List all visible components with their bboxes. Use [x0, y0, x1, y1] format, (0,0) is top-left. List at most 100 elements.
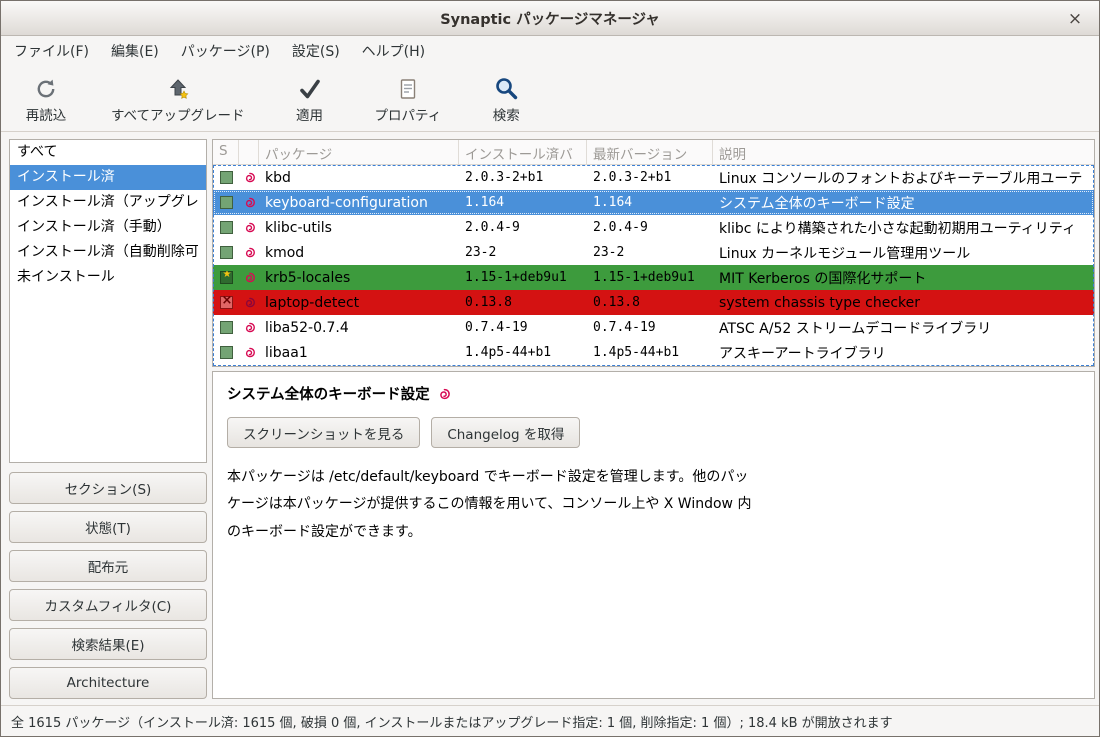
debian-swirl-icon	[239, 221, 259, 234]
table-row-liba52[interactable]: liba52-0.7.4 0.7.4-19 0.7.4-19 ATSC A/52…	[213, 315, 1094, 340]
column-header-description[interactable]: 説明	[713, 140, 1094, 164]
installed-version: 0.13.8	[459, 295, 587, 310]
table-row-laptop-detect[interactable]: laptop-detect 0.13.8 0.13.8 system chass…	[213, 290, 1094, 315]
filter-item-installed-manual[interactable]: インストール済（手動）	[10, 215, 206, 240]
package-name: krb5-locales	[259, 270, 459, 286]
debian-swirl-icon	[239, 346, 259, 359]
column-header-package[interactable]: パッケージ	[259, 140, 459, 164]
table-row-libaa1[interactable]: libaa1 1.4p5-44+b1 1.4p5-44+b1 アスキーアートライ…	[213, 340, 1094, 365]
filter-item-not-installed[interactable]: 未インストール	[10, 265, 206, 290]
properties-button[interactable]: プロパティ	[375, 73, 442, 124]
latest-version: 1.164	[587, 195, 713, 210]
latest-version: 1.15-1+deb9u1	[587, 270, 713, 285]
search-button[interactable]: 検索	[475, 73, 537, 124]
close-button[interactable]: ×	[1063, 7, 1087, 31]
search-icon	[493, 73, 519, 101]
filter-list: すべて インストール済 インストール済（アップグレ インストール済（手動） イン…	[9, 139, 207, 463]
table-row-klibc-utils[interactable]: klibc-utils 2.0.4-9 2.0.4-9 klibc により構築さ…	[213, 215, 1094, 240]
search-results-button[interactable]: 検索結果(E)	[9, 628, 207, 660]
installed-version: 1.4p5-44+b1	[459, 345, 587, 360]
package-name: kbd	[259, 170, 459, 186]
package-table: S パッケージ インストール済バ 最新バージョン 説明 kbd 2.0.3-2+…	[212, 139, 1095, 367]
reload-button[interactable]: 再読込	[15, 73, 77, 124]
latest-version: 1.4p5-44+b1	[587, 345, 713, 360]
get-changelog-button[interactable]: Changelog を取得	[431, 417, 580, 448]
menu-edit[interactable]: 編集(E)	[100, 36, 170, 66]
search-label: 検索	[493, 104, 520, 124]
debian-swirl-icon	[239, 321, 259, 334]
debian-swirl-icon	[239, 246, 259, 259]
package-description: MIT Kerberos の国際化サポート	[713, 268, 1094, 288]
installed-version: 1.15-1+deb9u1	[459, 270, 587, 285]
package-description: システム全体のキーボード設定	[713, 193, 1094, 213]
properties-label: プロパティ	[375, 104, 442, 124]
description-line: のキーボード設定ができます。	[227, 519, 947, 546]
menu-package[interactable]: パッケージ(P)	[170, 36, 281, 66]
filter-item-installed-upgradable[interactable]: インストール済（アップグレ	[10, 190, 206, 215]
column-header-supported[interactable]	[239, 140, 259, 164]
status-button[interactable]: 状態(T)	[9, 511, 207, 543]
table-header: S パッケージ インストール済バ 最新バージョン 説明	[213, 140, 1094, 165]
latest-version: 2.0.3-2+b1	[587, 170, 713, 185]
details-title-row: システム全体のキーボード設定	[227, 383, 1080, 404]
package-description: klibc により構築された小さな起動初期用ユーティリティ	[713, 218, 1094, 238]
table-row-keyboard-configuration[interactable]: keyboard-configuration 1.164 1.164 システム全…	[213, 190, 1094, 215]
table-row-krb5-locales[interactable]: krb5-locales 1.15-1+deb9u1 1.15-1+deb9u1…	[213, 265, 1094, 290]
column-header-installed-version[interactable]: インストール済バ	[459, 140, 587, 164]
upgrade-all-button[interactable]: すべてアップグレード	[111, 73, 245, 124]
status-marked-upgrade-icon	[220, 271, 233, 284]
installed-version: 2.0.3-2+b1	[459, 170, 587, 185]
view-screenshot-button[interactable]: スクリーンショットを見る	[227, 417, 420, 448]
package-description: Linux コンソールのフォントおよびキーテーブル用ユーテ	[713, 168, 1094, 188]
reload-label: 再読込	[26, 104, 67, 124]
table-row-kmod[interactable]: kmod 23-2 23-2 Linux カーネルモジュール管理用ツール	[213, 240, 1094, 265]
status-installed-icon	[220, 346, 233, 359]
statusbar-text: 全 1615 パッケージ（インストール済: 1615 個, 破損 0 個, イン…	[11, 712, 893, 731]
package-name: klibc-utils	[259, 220, 459, 236]
sidebar: すべて インストール済 インストール済（アップグレ インストール済（手動） イン…	[9, 139, 207, 699]
status-installed-icon	[220, 246, 233, 259]
apply-label: 適用	[296, 104, 323, 124]
latest-version: 23-2	[587, 245, 713, 260]
package-name: liba52-0.7.4	[259, 320, 459, 336]
column-header-status[interactable]: S	[213, 140, 239, 164]
package-name: laptop-detect	[259, 295, 459, 311]
description-line: ケージは本パッケージが提供するこの情報を用いて、コンソール上や X Window…	[227, 491, 947, 518]
package-name: kmod	[259, 245, 459, 261]
filter-item-installed[interactable]: インストール済	[10, 165, 206, 190]
main-area: S パッケージ インストール済バ 最新バージョン 説明 kbd 2.0.3-2+…	[212, 139, 1095, 699]
menu-help[interactable]: ヘルプ(H)	[351, 36, 436, 66]
window-title: Synaptic パッケージマネージャ	[440, 8, 660, 29]
package-description: Linux カーネルモジュール管理用ツール	[713, 243, 1094, 263]
origin-button[interactable]: 配布元	[9, 550, 207, 582]
apply-button[interactable]: 適用	[279, 73, 341, 124]
table-row-kbd[interactable]: kbd 2.0.3-2+b1 2.0.3-2+b1 Linux コンソールのフォ…	[213, 165, 1094, 190]
debian-swirl-icon	[239, 196, 259, 209]
menubar: ファイル(F) 編集(E) パッケージ(P) 設定(S) ヘルプ(H)	[1, 36, 1099, 66]
debian-swirl-icon	[239, 296, 259, 309]
status-installed-icon	[220, 321, 233, 334]
installed-version: 0.7.4-19	[459, 320, 587, 335]
details-buttons: スクリーンショットを見る Changelog を取得	[227, 417, 1080, 448]
details-description: 本パッケージは /etc/default/keyboard でキーボード設定を管…	[227, 464, 947, 546]
installed-version: 2.0.4-9	[459, 220, 587, 235]
latest-version: 0.13.8	[587, 295, 713, 310]
status-installed-icon	[220, 196, 233, 209]
upgrade-all-icon	[166, 73, 190, 101]
package-name: libaa1	[259, 345, 459, 361]
menu-settings[interactable]: 設定(S)	[281, 36, 351, 66]
architecture-button[interactable]: Architecture	[9, 667, 207, 699]
installed-version: 23-2	[459, 245, 587, 260]
content-area: すべて インストール済 インストール済（アップグレ インストール済（手動） イン…	[1, 132, 1099, 705]
filter-item-installed-autoremovable[interactable]: インストール済（自動削除可	[10, 240, 206, 265]
menu-file[interactable]: ファイル(F)	[3, 36, 100, 66]
details-package-title: システム全体のキーボード設定	[227, 383, 430, 404]
reload-icon	[34, 73, 58, 101]
debian-swirl-icon	[239, 271, 259, 284]
sections-button[interactable]: セクション(S)	[9, 472, 207, 504]
custom-filters-button[interactable]: カスタムフィルタ(C)	[9, 589, 207, 621]
titlebar: Synaptic パッケージマネージャ ×	[1, 1, 1099, 36]
column-header-latest-version[interactable]: 最新バージョン	[587, 140, 713, 164]
filter-item-all[interactable]: すべて	[10, 140, 206, 165]
latest-version: 2.0.4-9	[587, 220, 713, 235]
